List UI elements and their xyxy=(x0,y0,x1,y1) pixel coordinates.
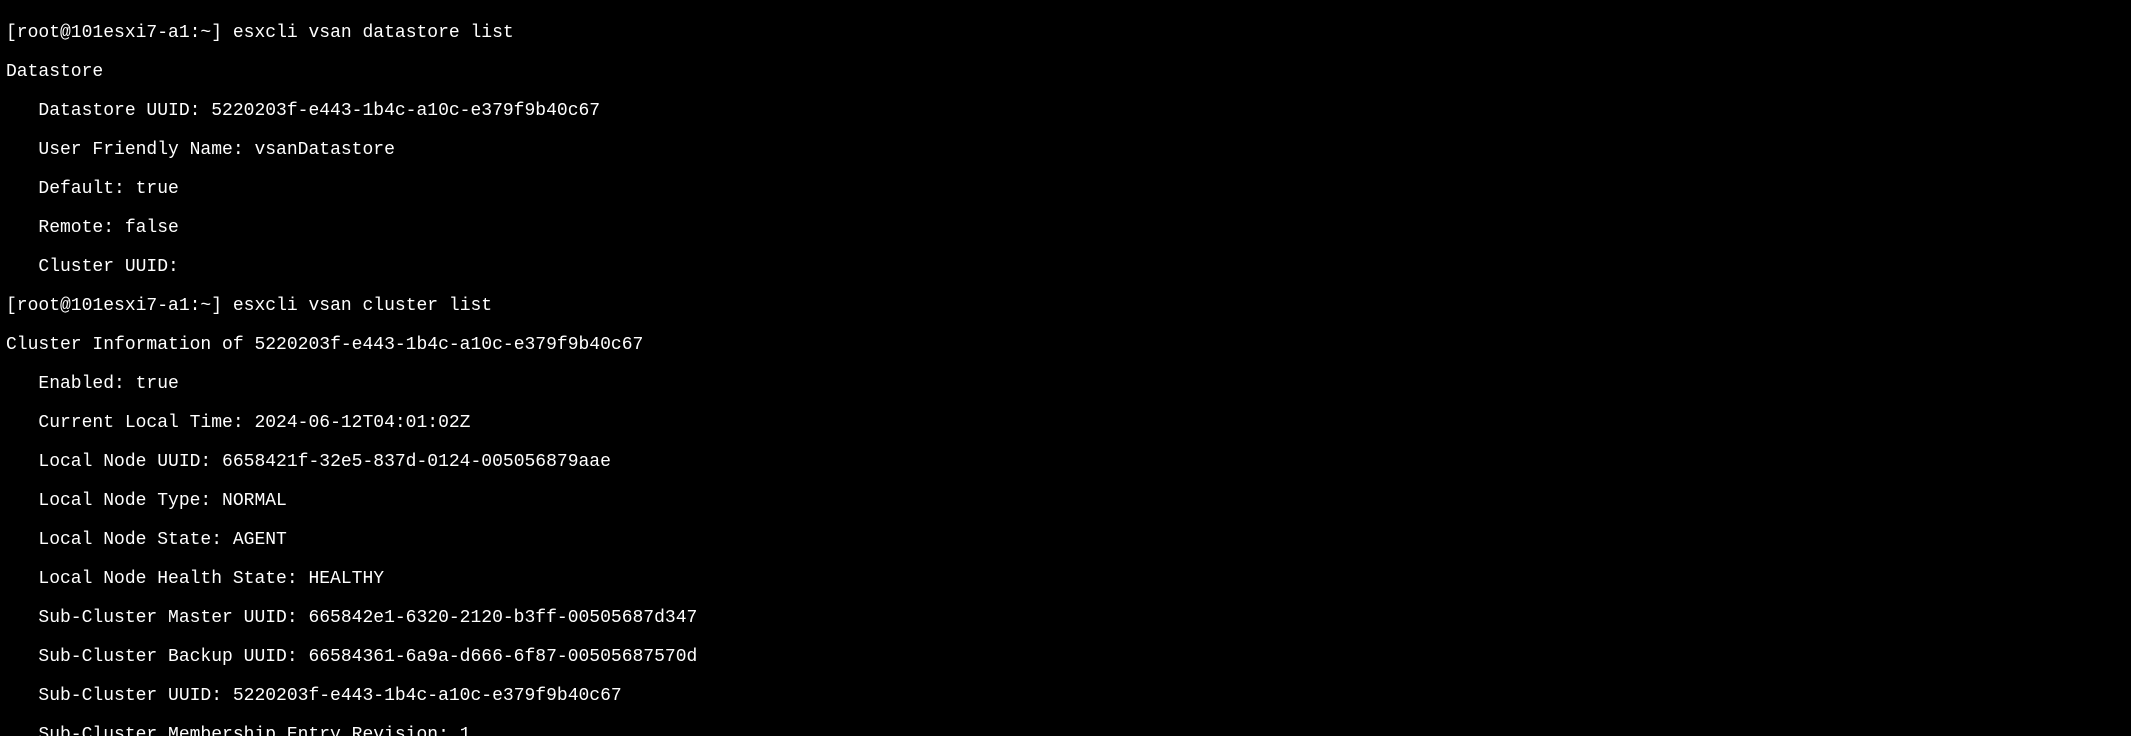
default-label: Default: xyxy=(6,179,136,199)
sub-uuid-value: 5220203f-e443-1b4c-a10c-e379f9b40c67 xyxy=(233,686,622,706)
default-value: true xyxy=(136,179,179,199)
local-node-type-label: Local Node Type: xyxy=(6,491,222,511)
remote-label: Remote: xyxy=(6,218,125,238)
local-node-health-value: HEALTHY xyxy=(308,569,384,589)
datastore-uuid-label: Datastore UUID: xyxy=(6,101,211,121)
local-node-state-label: Local Node State: xyxy=(6,530,233,550)
enabled-value: true xyxy=(136,374,179,394)
command-1: esxcli vsan datastore list xyxy=(233,23,514,43)
sub-master-label: Sub-Cluster Master UUID: xyxy=(6,608,308,628)
sub-backup-value: 66584361-6a9a-d666-6f87-00505687570d xyxy=(308,647,697,667)
command-2: esxcli vsan cluster list xyxy=(233,296,492,316)
sub-rev-value: 1 xyxy=(460,725,471,736)
sub-uuid-label: Sub-Cluster UUID: xyxy=(6,686,233,706)
local-node-state-value: AGENT xyxy=(233,530,287,550)
friendly-name-label: User Friendly Name: xyxy=(6,140,254,160)
sub-rev-label: Sub-Cluster Membership Entry Revision: xyxy=(6,725,460,736)
current-time-label: Current Local Time: xyxy=(6,413,254,433)
local-node-type-value: NORMAL xyxy=(222,491,287,511)
cluster-uuid-label: Cluster UUID: xyxy=(6,257,179,277)
current-time-value: 2024-06-12T04:01:02Z xyxy=(254,413,470,433)
local-node-uuid-label: Local Node UUID: xyxy=(6,452,222,472)
datastore-header: Datastore xyxy=(6,63,2125,83)
remote-value: false xyxy=(125,218,179,238)
enabled-label: Enabled: xyxy=(6,374,136,394)
cluster-info-header-uuid: 5220203f-e443-1b4c-a10c-e379f9b40c67 xyxy=(254,335,643,355)
local-node-uuid-value: 6658421f-32e5-837d-0124-005056879aae xyxy=(222,452,611,472)
shell-prompt: [root@101esxi7-a1:~] xyxy=(6,23,222,43)
shell-prompt: [root@101esxi7-a1:~] xyxy=(6,296,222,316)
datastore-uuid-value: 5220203f-e443-1b4c-a10c-e379f9b40c67 xyxy=(211,101,600,121)
cluster-info-header-prefix: Cluster Information of xyxy=(6,335,254,355)
friendly-name-value: vsanDatastore xyxy=(254,140,394,160)
sub-master-value: 665842e1-6320-2120-b3ff-00505687d347 xyxy=(308,608,697,628)
sub-backup-label: Sub-Cluster Backup UUID: xyxy=(6,647,308,667)
local-node-health-label: Local Node Health State: xyxy=(6,569,308,589)
terminal-output[interactable]: [root@101esxi7-a1:~] esxcli vsan datasto… xyxy=(0,0,2131,736)
